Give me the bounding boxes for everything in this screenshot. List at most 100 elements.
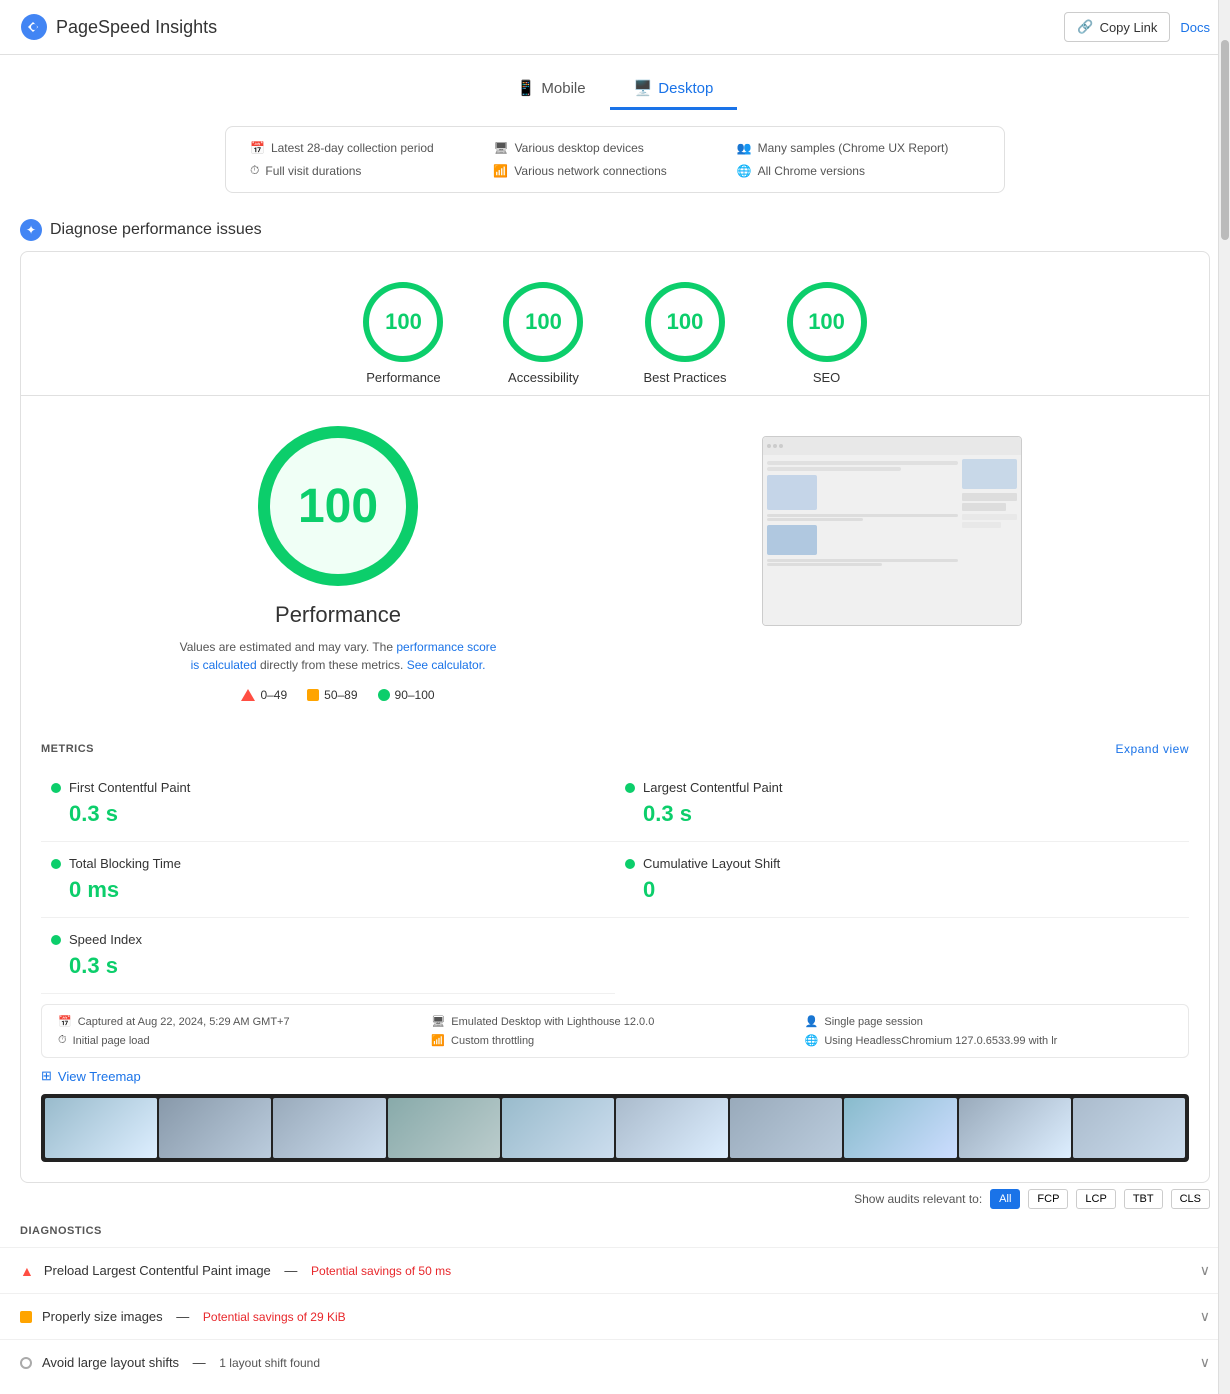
filter-tbt-button[interactable]: TBT — [1124, 1189, 1163, 1209]
scores-container: 100 Performance 100 Accessibility 100 Be… — [20, 251, 1210, 1183]
perf-description: Values are estimated and may vary. The p… — [178, 638, 498, 674]
expand-view-button[interactable]: Expand view — [1115, 742, 1189, 756]
filter-all-button[interactable]: All — [990, 1189, 1020, 1209]
metric-si: Speed Index 0.3 s — [41, 918, 615, 994]
metric-cls: Cumulative Layout Shift 0 — [615, 842, 1189, 918]
chevron-down-icon-3: ∨ — [1200, 1354, 1210, 1371]
scrollbar-thumb[interactable] — [1221, 40, 1229, 240]
filmstrip-frame-3 — [273, 1098, 385, 1158]
filmstrip-frame-1 — [45, 1098, 157, 1158]
si-status-dot — [51, 935, 61, 945]
filmstrip-frame-4 — [388, 1098, 500, 1158]
cls-value: 0 — [625, 877, 1179, 903]
metrics-section: METRICS Expand view First Contentful Pai… — [21, 732, 1209, 994]
performance-detail: 100 Performance Values are estimated and… — [21, 396, 1209, 732]
diagnostic-proper-size[interactable]: Properly size images — Potential savings… — [0, 1293, 1230, 1339]
filmstrip-frame-6 — [616, 1098, 728, 1158]
header-actions: 🔗 Copy Link Docs — [1064, 12, 1210, 42]
score-circles: 100 Performance 100 Accessibility 100 Be… — [21, 272, 1209, 395]
filmstrip-frame-10 — [1073, 1098, 1185, 1158]
meta-monitor-icon: 🖥 — [431, 1015, 445, 1028]
lcp-value: 0.3 s — [625, 801, 1179, 827]
meta-emulated: 🖥 Emulated Desktop with Lighthouse 12.0.… — [431, 1015, 798, 1028]
info-item-5: 🌐 All Chrome versions — [737, 163, 980, 178]
tab-mobile[interactable]: 📱 Mobile — [493, 69, 610, 110]
diagnostic-layout-shifts[interactable]: Avoid large layout shifts — 1 layout shi… — [0, 1339, 1230, 1385]
filmstrip-frame-2 — [159, 1098, 271, 1158]
green-icon — [378, 689, 390, 701]
fcp-value: 0.3 s — [51, 801, 605, 827]
circle-empty-icon — [20, 1357, 32, 1369]
meta-chrome: 🌐 Using HeadlessChromium 127.0.6533.99 w… — [805, 1034, 1172, 1047]
score-performance: 100 Performance — [363, 282, 443, 385]
perf-title: Performance — [275, 602, 401, 628]
logo: PageSpeed Insights — [20, 13, 217, 41]
score-circle-performance: 100 — [363, 282, 443, 362]
legend-green: 90–100 — [378, 688, 435, 702]
meta-clock-icon: ⏱ — [58, 1034, 67, 1047]
metrics-grid: First Contentful Paint 0.3 s Largest Con… — [41, 766, 1189, 994]
info-item-1: 🖥 Various desktop devices — [493, 141, 736, 155]
logo-text: PageSpeed Insights — [56, 17, 217, 38]
cls-status-dot — [625, 859, 635, 869]
meta-bar: 📅 Captured at Aug 22, 2024, 5:29 AM GMT+… — [41, 1004, 1189, 1058]
tab-desktop[interactable]: 🖥️ Desktop — [610, 69, 738, 110]
lcp-status-dot — [625, 783, 635, 793]
view-treemap-link[interactable]: ⊞ View Treemap — [41, 1068, 1189, 1084]
audit-filter: Show audits relevant to: All FCP LCP TBT… — [0, 1183, 1230, 1215]
legend-red: 0–49 — [241, 688, 287, 702]
filter-fcp-button[interactable]: FCP — [1028, 1189, 1068, 1209]
filter-lcp-button[interactable]: LCP — [1076, 1189, 1115, 1209]
copy-link-button[interactable]: 🔗 Copy Link — [1064, 12, 1170, 42]
meta-globe-icon: 🌐 — [805, 1034, 819, 1047]
mobile-icon: 📱 — [517, 79, 536, 97]
diagnostics-header: DIAGNOSTICS — [0, 1215, 1230, 1247]
info-item-4: 📶 Various network connections — [493, 163, 736, 178]
diag-info-2: 1 layout shift found — [219, 1356, 320, 1370]
filter-cls-button[interactable]: CLS — [1171, 1189, 1210, 1209]
si-value: 0.3 s — [51, 953, 605, 979]
chevron-down-icon: ∨ — [1200, 1262, 1210, 1279]
tbt-value: 0 ms — [51, 877, 605, 903]
score-seo: 100 SEO — [787, 282, 867, 385]
legend-orange: 50–89 — [307, 688, 357, 702]
filmstrip — [41, 1094, 1189, 1162]
clock-icon: ⏱ — [250, 163, 259, 178]
meta-session: 👤 Single page session — [805, 1015, 1172, 1028]
calendar-icon: 📅 — [250, 141, 265, 155]
diagnose-icon: ✦ — [20, 219, 42, 241]
filter-label: Show audits relevant to: — [854, 1192, 982, 1206]
tabs-bar: 📱 Mobile 🖥️ Desktop — [0, 55, 1230, 110]
info-item-0: 📅 Latest 28-day collection period — [250, 141, 493, 155]
warning-orange-icon — [20, 1311, 32, 1323]
meta-calendar-icon: 📅 — [58, 1015, 72, 1028]
diag-savings-1: Potential savings of 29 KiB — [203, 1310, 346, 1324]
header: PageSpeed Insights 🔗 Copy Link Docs — [0, 0, 1230, 55]
diagnostic-preload-lcp[interactable]: ▲ Preload Largest Contentful Paint image… — [0, 1247, 1230, 1293]
info-bar: 📅 Latest 28-day collection period 🖥 Vari… — [225, 126, 1005, 193]
metric-tbt: Total Blocking Time 0 ms — [41, 842, 615, 918]
link-icon: 🔗 — [1077, 19, 1093, 35]
meta-load: ⏱ Initial page load — [58, 1034, 425, 1047]
desktop-icon: 🖥️ — [634, 79, 653, 97]
warning-red-icon: ▲ — [20, 1263, 34, 1279]
diagnose-header: ✦ Diagnose performance issues — [0, 209, 1230, 251]
docs-button[interactable]: Docs — [1180, 20, 1210, 35]
diagnose-title: Diagnose performance issues — [50, 221, 262, 239]
metric-lcp: Largest Contentful Paint 0.3 s — [615, 766, 1189, 842]
globe-icon: 🌐 — [737, 164, 752, 178]
calculator-link[interactable]: See calculator. — [407, 658, 486, 672]
users-icon: 👥 — [737, 141, 752, 155]
scrollbar[interactable] — [1218, 0, 1230, 1394]
score-accessibility: 100 Accessibility — [503, 282, 583, 385]
monitor-icon: 🖥 — [493, 141, 508, 155]
diag-savings-0: Potential savings of 50 ms — [311, 1264, 451, 1278]
filmstrip-frame-7 — [730, 1098, 842, 1158]
orange-icon — [307, 689, 319, 701]
screenshot-thumbnail — [762, 436, 1022, 626]
meta-user-icon: 👤 — [805, 1015, 819, 1028]
screenshot-section — [635, 426, 1149, 626]
score-circle-best-practices: 100 — [645, 282, 725, 362]
metric-fcp: First Contentful Paint 0.3 s — [41, 766, 615, 842]
pagespeed-logo-icon — [20, 13, 48, 41]
